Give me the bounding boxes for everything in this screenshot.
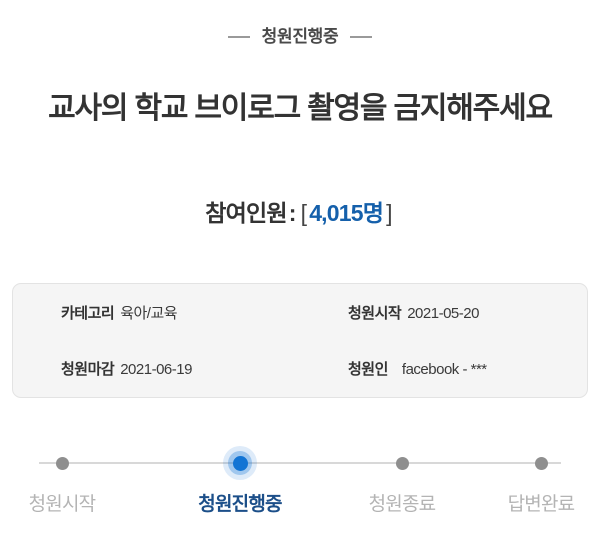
participant-count-bracket-close: ] [386,200,392,226]
stepper-dot-icon-closed [395,456,409,470]
stepper-dot-wrap-start [2,440,122,486]
stepper-step-closed[interactable]: 청원종료 [342,440,462,517]
status-eyebrow-label: 청원진행중 [261,27,339,46]
info-row-petitioner: 청원인 facebook - *** [300,358,587,379]
info-row-start-date: 청원시작 2021-05-20 [300,302,587,323]
petition-progress-stepper: 청원시작 청원진행중 청원종료 답변완료 [0,440,600,550]
info-value-start-date: 2021-05-20 [407,304,479,322]
eyebrow-dash-left-icon [227,35,250,38]
stepper-label-in-progress: 청원진행중 [198,494,282,515]
stepper-dot-icon-answered [534,456,548,470]
info-label-start-date: 청원시작 [348,304,402,322]
participant-count-bracket-open: [ [300,200,307,226]
stepper-dot-icon-in-progress [232,455,248,471]
stepper-step-answered[interactable]: 답변완료 [481,440,600,517]
stepper-dot-wrap-closed [342,440,462,486]
info-label-petitioner: 청원인 [348,361,388,379]
info-value-end-date: 2021-06-19 [120,361,192,379]
participant-count-value: 4,015명 [309,200,384,226]
stepper-dot-wrap-answered [481,440,600,486]
stepper-dot-icon-start [55,456,69,470]
petition-info-grid: 카테고리 육아/교육 청원시작 2021-05-20 청원마감 2021-06-… [13,284,587,397]
stepper-label-closed: 청원종료 [368,494,437,515]
participant-count-colon: : [288,200,297,226]
info-label-end-date: 청원마감 [61,361,115,379]
stepper-step-start[interactable]: 청원시작 [2,440,122,517]
stepper-label-answered: 답변완료 [507,494,576,515]
info-value-petitioner: facebook - *** [401,361,487,379]
stepper-label-start: 청원시작 [28,494,97,515]
status-eyebrow: 청원진행중 [0,28,600,45]
info-label-category: 카테고리 [61,304,115,322]
petition-info-card: 카테고리 육아/교육 청원시작 2021-05-20 청원마감 2021-06-… [12,283,588,398]
info-row-end-date: 청원마감 2021-06-19 [13,358,300,379]
participant-count: 참여인원:[4,015명] [0,202,600,225]
petition-detail-page: 청원진행중 교사의 학교 브이로그 촬영을 금지해주세요 참여인원:[4,015… [0,0,600,559]
stepper-dot-wrap-in-progress [180,440,300,486]
info-row-category: 카테고리 육아/교육 [13,302,300,323]
participant-count-label: 참여인원 [205,200,287,226]
info-value-category: 육아/교육 [120,304,178,322]
page-title: 교사의 학교 브이로그 촬영을 금지해주세요 [48,92,553,126]
stepper-step-in-progress[interactable]: 청원진행중 [180,440,300,517]
eyebrow-dash-right-icon [350,35,373,38]
